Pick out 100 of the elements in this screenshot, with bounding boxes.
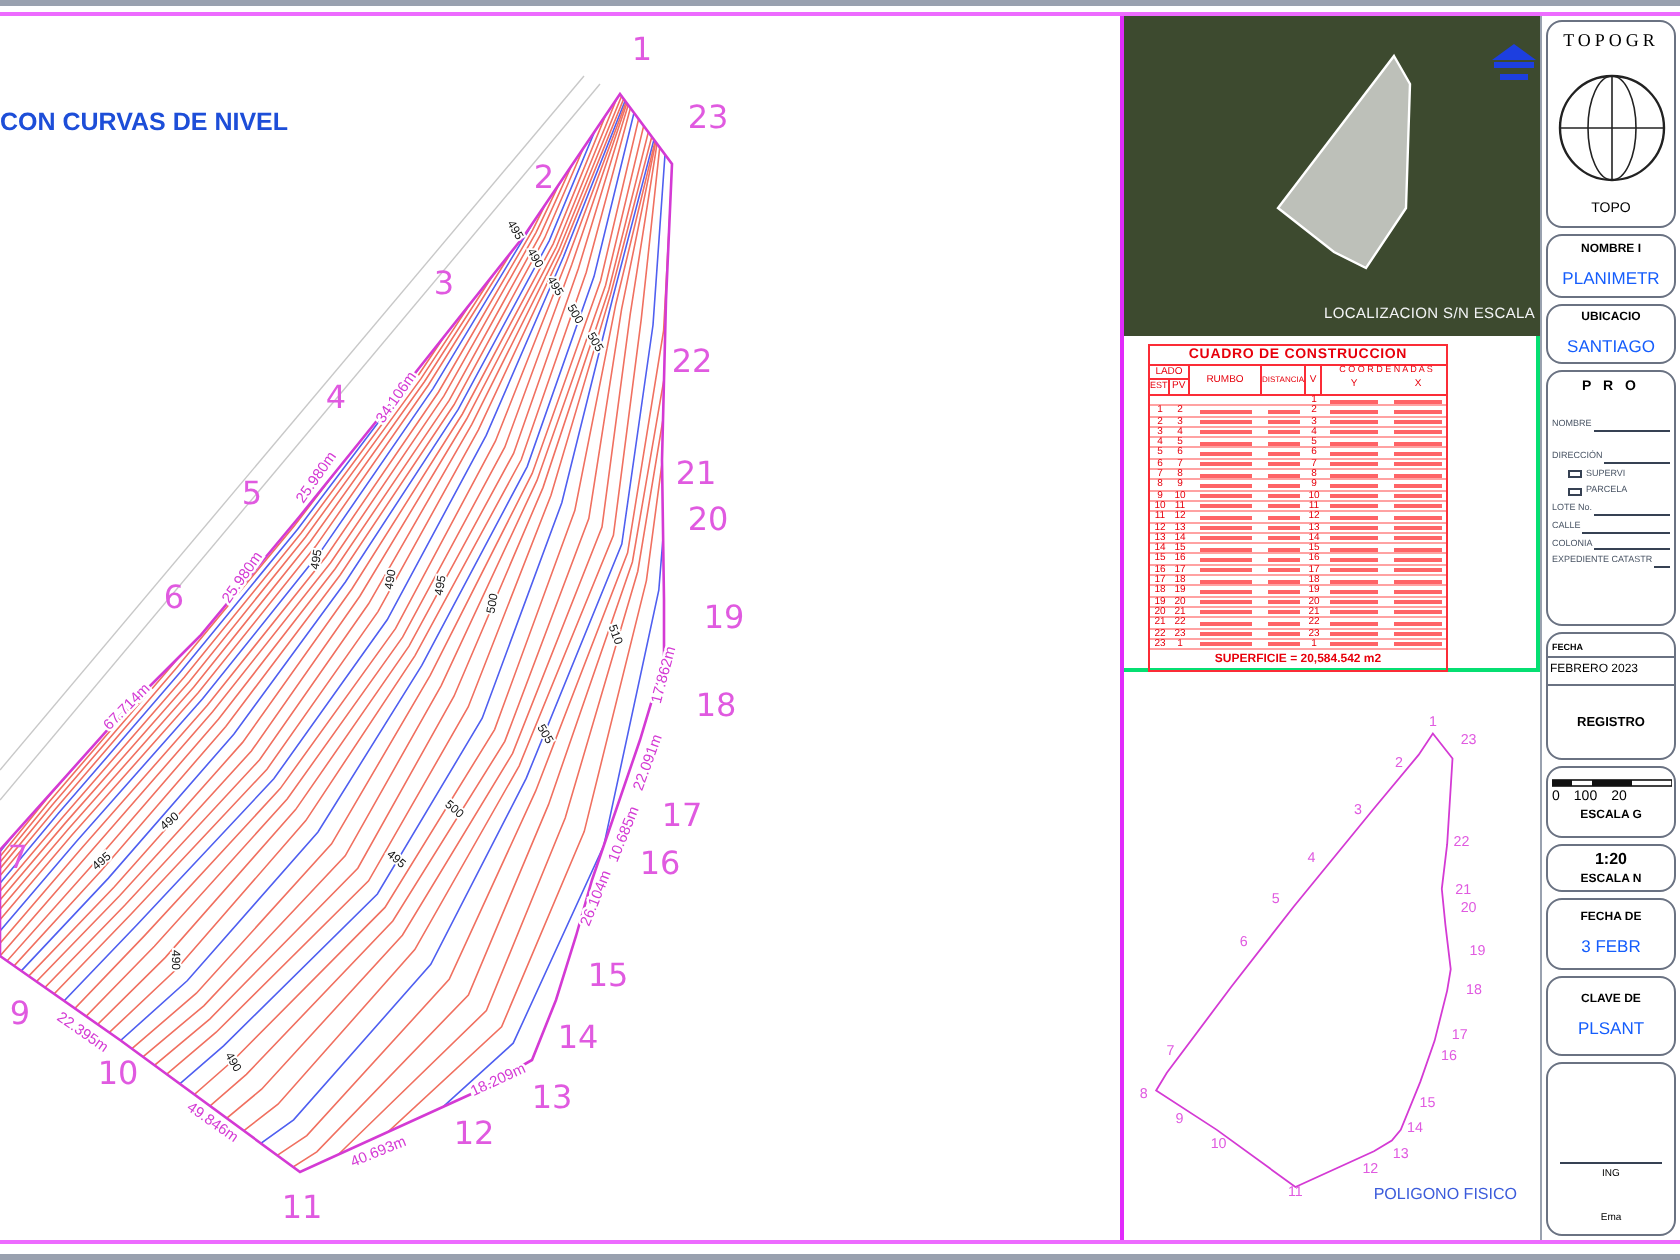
vertex-label: 16	[639, 844, 681, 882]
illegible-text-mark	[1330, 557, 1378, 562]
illegible-text-mark	[1330, 632, 1378, 637]
illegible-text-mark	[1330, 568, 1378, 573]
illegible-text-mark	[1330, 579, 1378, 584]
illegible-text-mark	[1200, 600, 1252, 605]
fill-in-line	[1604, 461, 1670, 463]
illegible-text-mark	[1394, 642, 1442, 647]
vertex-label: 10	[97, 1054, 139, 1092]
north-arrow-icon	[1492, 44, 1536, 80]
illegible-text-mark	[1394, 589, 1442, 594]
illegible-text-mark	[1394, 451, 1442, 456]
illegible-text-mark	[1330, 610, 1378, 615]
illegible-text-mark	[1330, 536, 1378, 541]
illegible-text-mark	[1268, 557, 1300, 562]
illegible-text-mark	[1394, 515, 1442, 520]
fill-in-line	[1654, 566, 1670, 568]
illegible-text-mark	[1394, 483, 1442, 488]
illegible-text-mark	[1200, 589, 1252, 594]
field-value: PLANIMETR	[1562, 265, 1660, 291]
illegible-text-mark	[1200, 420, 1252, 425]
fill-in-line	[1582, 531, 1670, 533]
vertex-label: 9	[9, 994, 31, 1032]
illegible-text-mark	[1268, 589, 1300, 594]
illegible-text-mark	[1200, 451, 1252, 456]
illegible-text-mark	[1330, 399, 1378, 403]
illegible-text-mark	[1394, 441, 1442, 446]
illegible-text-mark	[1330, 441, 1378, 446]
illegible-text-mark	[1268, 483, 1300, 488]
vertex-label: 20	[687, 500, 729, 538]
illegible-text-mark	[1268, 600, 1300, 605]
vertex-label: 11	[281, 1188, 323, 1226]
vertex-label: 2	[533, 158, 555, 196]
illegible-text-mark	[1330, 504, 1378, 509]
illegible-text-mark	[1268, 621, 1300, 626]
illegible-text-mark	[1330, 420, 1378, 425]
illegible-text-mark	[1200, 568, 1252, 573]
illegible-text-mark	[1200, 536, 1252, 541]
illegible-text-mark	[1394, 420, 1442, 425]
illegible-text-mark	[1200, 642, 1252, 647]
illegible-text-mark	[1200, 430, 1252, 435]
illegible-text-mark	[1330, 515, 1378, 520]
illegible-text-mark	[1200, 504, 1252, 509]
illegible-text-mark	[1268, 462, 1300, 467]
illegible-text-mark	[1200, 632, 1252, 637]
fill-in-line	[1594, 513, 1670, 516]
illegible-text-mark	[1394, 536, 1442, 541]
illegible-text-mark	[1330, 462, 1378, 467]
illegible-text-mark	[1268, 632, 1300, 637]
illegible-text-mark	[1268, 568, 1300, 573]
vertex-label: 21	[675, 454, 717, 492]
field-value: 1:20	[1594, 847, 1627, 871]
illegible-text-mark	[1268, 441, 1300, 446]
illegible-text-mark	[1394, 526, 1442, 531]
vertex-label: 17	[661, 796, 703, 834]
illegible-text-mark	[1268, 536, 1300, 541]
vertex-label: 14	[557, 1018, 599, 1056]
illegible-text-mark	[1330, 409, 1378, 414]
illegible-text-mark	[1268, 473, 1300, 478]
illegible-text-mark	[1394, 621, 1442, 626]
illegible-text-mark	[1200, 579, 1252, 584]
vertex-label: 22	[671, 342, 713, 380]
illegible-text-mark	[1268, 420, 1300, 425]
illegible-text-mark	[1268, 515, 1300, 520]
illegible-text-mark	[1200, 483, 1252, 488]
illegible-text-mark	[1394, 494, 1442, 499]
illegible-text-mark	[1394, 504, 1442, 509]
vertex-label: 18	[695, 686, 737, 724]
illegible-text-mark	[1268, 547, 1300, 552]
illegible-text-mark	[1268, 610, 1300, 615]
illegible-text-mark	[1200, 526, 1252, 531]
illegible-text-mark	[1394, 568, 1442, 573]
field-value: PLSANT	[1577, 1015, 1645, 1041]
illegible-text-mark	[1200, 557, 1252, 562]
globe-icon	[1555, 71, 1667, 183]
illegible-text-mark	[1330, 494, 1378, 499]
illegible-text-mark	[1330, 589, 1378, 594]
illegible-text-mark	[1200, 409, 1252, 414]
illegible-text-mark	[1394, 600, 1442, 605]
vertex-label: 6	[163, 578, 185, 616]
illegible-text-mark	[1200, 515, 1252, 520]
scale-bar-icon	[1552, 777, 1672, 788]
fill-in-line	[1593, 429, 1670, 431]
illegible-text-mark	[1200, 462, 1252, 467]
illegible-text-mark	[1394, 557, 1442, 562]
illegible-text-mark	[1330, 473, 1378, 478]
illegible-text-mark	[1268, 494, 1300, 499]
logo-text: TOPOGR	[1563, 28, 1659, 54]
drawing-title: CON CURVAS DE NIVEL	[0, 108, 289, 136]
fill-in-line	[1594, 548, 1670, 551]
illegible-text-mark	[1200, 621, 1252, 626]
illegible-text-mark	[1394, 473, 1442, 478]
illegible-text-mark	[1330, 430, 1378, 435]
field-value: 3 FEBR	[1581, 933, 1641, 959]
illegible-text-mark	[1330, 451, 1378, 456]
illegible-text-mark	[1394, 579, 1442, 584]
illegible-text-mark	[1394, 462, 1442, 467]
vertex-label: 5	[241, 474, 263, 512]
signature-line	[1560, 1162, 1662, 1164]
illegible-text-mark	[1394, 430, 1442, 435]
